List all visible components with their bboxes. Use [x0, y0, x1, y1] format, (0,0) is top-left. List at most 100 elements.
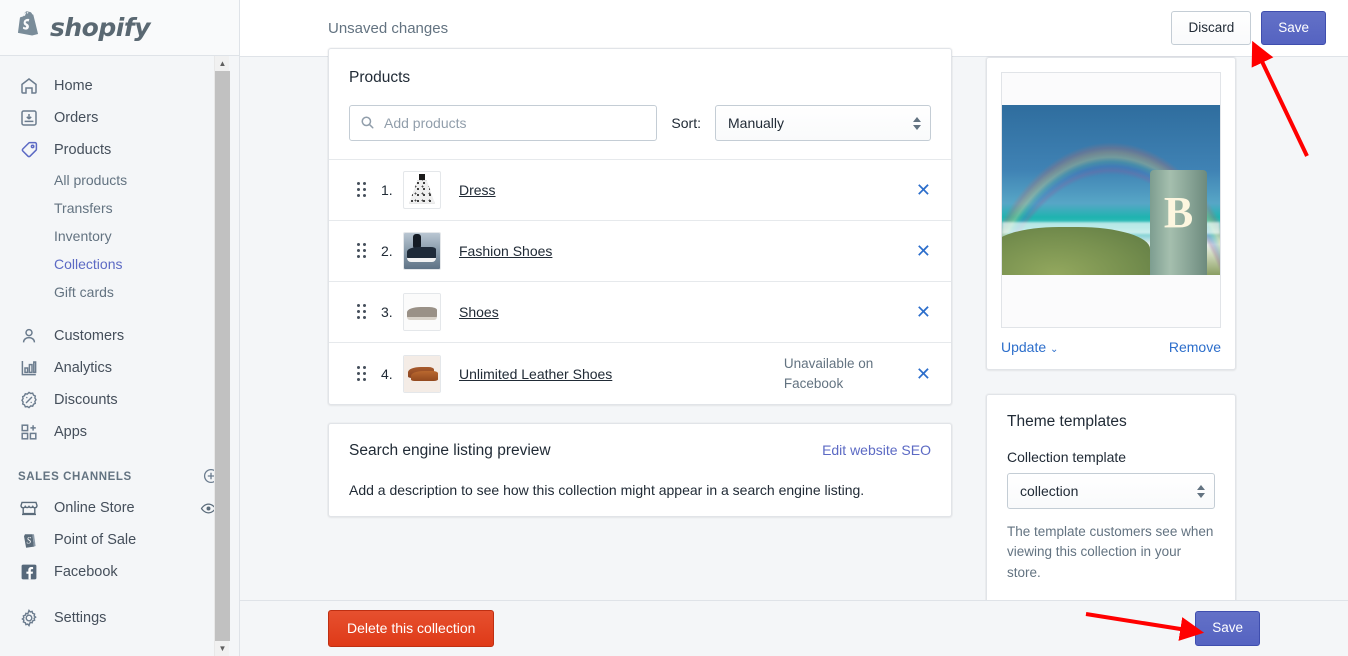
- remove-product-icon[interactable]: ✕: [902, 365, 931, 383]
- chevron-updown-icon: [912, 114, 922, 132]
- sidebar-item-discounts[interactable]: Discounts: [0, 384, 239, 416]
- sidebar-subitem-label: Transfers: [54, 200, 113, 216]
- sales-channels-label: SALES CHANNELS: [18, 471, 132, 483]
- availability-status: Unavailable on Facebook: [783, 356, 874, 391]
- seo-card-title: Search engine listing preview: [349, 442, 551, 460]
- save-button-bottom[interactable]: Save: [1195, 611, 1260, 646]
- search-input[interactable]: [349, 105, 658, 141]
- product-link[interactable]: Shoes: [459, 304, 499, 320]
- remove-product-icon[interactable]: ✕: [902, 303, 931, 321]
- remove-product-icon[interactable]: ✕: [902, 242, 931, 260]
- secondary-column: B Update ⌄ Remove Theme templates Collec…: [986, 57, 1236, 604]
- chevron-updown-icon: [1196, 482, 1206, 500]
- drag-handle-icon[interactable]: [357, 243, 369, 259]
- update-image-button[interactable]: Update ⌄: [1001, 339, 1058, 355]
- pos-bag-icon: S: [18, 529, 40, 551]
- theme-templates-title: Theme templates: [1007, 413, 1127, 430]
- sort-select-value[interactable]: Manually: [715, 105, 931, 141]
- scrollbar-thumb[interactable]: [215, 71, 230, 641]
- row-index: 3.: [381, 304, 393, 320]
- sidebar-item-apps[interactable]: Apps: [0, 416, 239, 448]
- sidebar-item-online-store[interactable]: Online Store: [0, 492, 239, 524]
- collection-template-help: The template customers see when viewing …: [1007, 524, 1214, 580]
- sidebar-subitem-gift-cards[interactable]: Gift cards: [0, 278, 239, 306]
- collection-image[interactable]: B: [1002, 73, 1220, 327]
- table-row[interactable]: 4. Unlimited Leather Shoes Unavailable o…: [329, 342, 951, 404]
- drag-handle-icon[interactable]: [357, 304, 369, 320]
- collection-image-card: B Update ⌄ Remove: [986, 57, 1236, 370]
- sidebar: shopify Home Orders Products All product…: [0, 0, 240, 656]
- storefront-icon: [18, 497, 40, 519]
- table-row[interactable]: 3. Shoes ✕: [329, 281, 951, 342]
- sort-select[interactable]: Manually: [715, 105, 931, 141]
- dress-thumbnail: [403, 171, 441, 209]
- page-content: Products Sort:: [240, 48, 1348, 656]
- sidebar-subitem-label: Gift cards: [54, 284, 114, 300]
- rainbow-beach-photo: B: [1002, 105, 1220, 275]
- sidebar-item-settings[interactable]: Settings: [0, 602, 239, 634]
- sidebar-item-label: Online Store: [54, 500, 135, 516]
- discard-button[interactable]: Discard: [1171, 10, 1252, 46]
- image-frame: B: [1001, 72, 1221, 328]
- leather-shoes-thumbnail: [403, 354, 441, 393]
- product-link[interactable]: Dress: [459, 182, 496, 198]
- sidebar-item-analytics[interactable]: Analytics: [0, 352, 239, 384]
- table-row[interactable]: 1. Dress ✕: [329, 159, 951, 220]
- sidebar-item-label: Discounts: [54, 392, 118, 408]
- sidebar-subitem-label: All products: [54, 172, 128, 188]
- sidebar-item-products[interactable]: Products: [0, 134, 239, 166]
- main-region: Unsaved changes Discard Save Products Ad…: [240, 0, 1348, 656]
- bar-chart-icon: [18, 357, 40, 379]
- sidebar-item-facebook[interactable]: Facebook: [0, 556, 239, 588]
- discount-percent-icon: [18, 389, 40, 411]
- sidebar-item-label: Products: [54, 142, 112, 158]
- sidebar-item-label: Facebook: [54, 564, 118, 580]
- sidebar-item-label: Point of Sale: [54, 532, 137, 548]
- product-link[interactable]: Fashion Shoes: [459, 243, 552, 259]
- sidebar-item-customers[interactable]: Customers: [0, 320, 239, 352]
- remove-image-button[interactable]: Remove: [1169, 339, 1221, 355]
- unsaved-changes-label: Unsaved changes: [328, 19, 449, 37]
- sidebar-subitem-all-products[interactable]: All products: [0, 166, 239, 194]
- save-button-top[interactable]: Save: [1261, 10, 1326, 46]
- search-icon: [360, 115, 375, 135]
- primary-column: Products Sort:: [328, 48, 952, 518]
- edit-website-seo-link[interactable]: Edit website SEO: [822, 442, 931, 458]
- products-controls: Sort: Manually: [349, 105, 931, 141]
- sidebar-item-home[interactable]: Home: [0, 70, 239, 102]
- sidebar-subitem-label: Collections: [54, 256, 123, 272]
- sidebar-item-label: Home: [54, 78, 93, 94]
- brand-logo[interactable]: shopify: [0, 0, 239, 56]
- tag-icon: [18, 139, 40, 161]
- scroll-up-arrow-icon[interactable]: ▲: [215, 56, 230, 71]
- sort-label: Sort:: [671, 115, 701, 131]
- collection-template-label: Collection template: [1007, 449, 1127, 465]
- drag-handle-icon[interactable]: [357, 182, 369, 198]
- shopify-bag-icon: [16, 11, 42, 44]
- collection-template-select[interactable]: collection: [1007, 473, 1215, 509]
- drag-handle-icon[interactable]: [357, 365, 369, 382]
- row-index: 2.: [381, 243, 393, 259]
- seo-preview-card: Search engine listing preview Edit websi…: [328, 423, 952, 518]
- delete-collection-button[interactable]: Delete this collection: [328, 610, 495, 647]
- sidebar-subitem-collections[interactable]: Collections: [0, 250, 239, 278]
- remove-product-icon[interactable]: ✕: [902, 181, 931, 199]
- sidebar-item-label: Analytics: [54, 360, 113, 376]
- sidebar-item-orders[interactable]: Orders: [0, 102, 239, 134]
- collection-template-value[interactable]: collection: [1007, 473, 1215, 509]
- scroll-down-arrow-icon[interactable]: ▼: [215, 641, 230, 656]
- photo-letter: B: [1163, 188, 1194, 237]
- product-link[interactable]: Unlimited Leather Shoes: [459, 366, 612, 382]
- products-card-title: Products: [349, 69, 411, 86]
- add-products-search: [349, 105, 658, 141]
- page-actions-bar: Delete this collection Save: [240, 600, 1348, 656]
- sidebar-subitem-transfers[interactable]: Transfers: [0, 194, 239, 222]
- facebook-icon: [18, 561, 40, 583]
- sidebar-item-point-of-sale[interactable]: S Point of Sale: [0, 524, 239, 556]
- sidebar-subitem-inventory[interactable]: Inventory: [0, 222, 239, 250]
- table-row[interactable]: 2. Fashion Shoes ✕: [329, 220, 951, 281]
- sidebar-scrollbar[interactable]: ▲ ▼: [214, 56, 230, 656]
